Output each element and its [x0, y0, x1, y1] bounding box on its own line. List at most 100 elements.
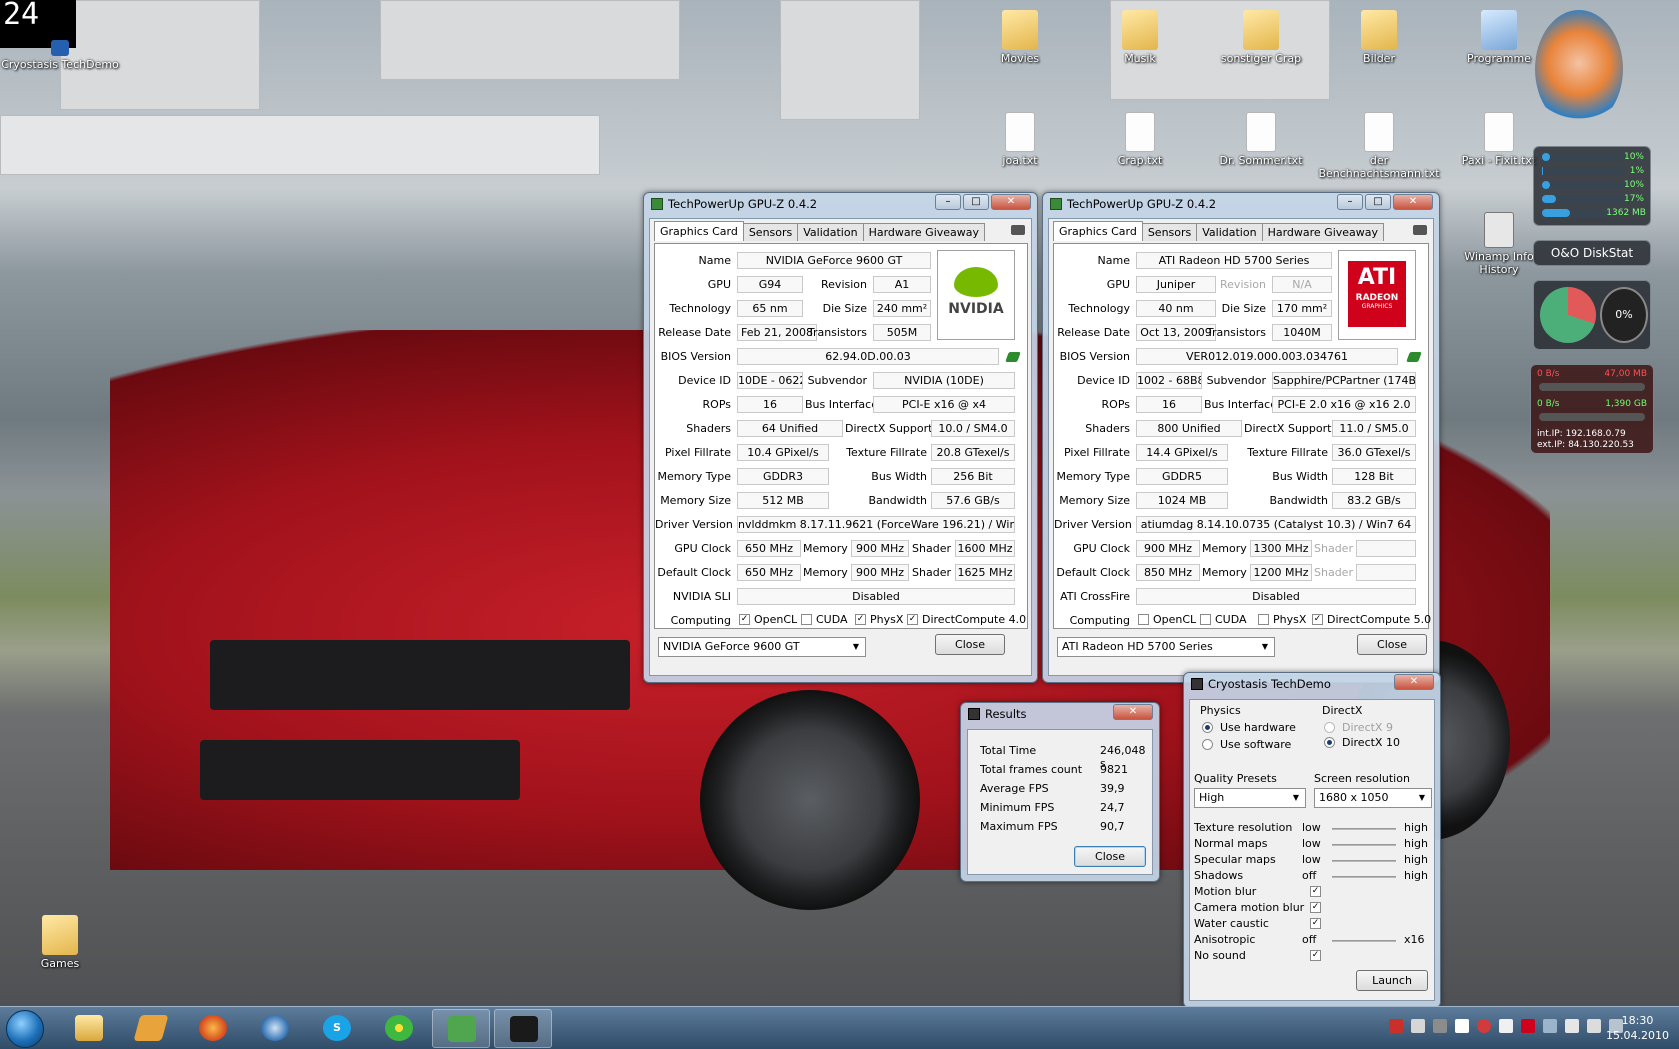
desktop-icon-movies[interactable]: Movies	[975, 10, 1065, 65]
maximize-button[interactable]: □	[963, 194, 989, 210]
checkbox-motion-blur[interactable]: ✓	[1310, 886, 1321, 897]
bios-save-icon[interactable]	[1005, 352, 1021, 362]
checkbox-opencl[interactable]: ✓	[739, 614, 750, 625]
desktop-icon-dr-sommer-txt[interactable]: Dr. Sommer.txt	[1213, 112, 1309, 167]
window-titlebar[interactable]: TechPowerUp GPU-Z 0.4.2 – □ ✕	[1043, 193, 1439, 215]
tray-power-icon[interactable]	[1565, 1019, 1579, 1033]
window-titlebar[interactable]: Cryostasis TechDemo ✕	[1184, 673, 1440, 695]
minimize-button[interactable]: –	[1337, 194, 1363, 210]
desktop-icon-cryostasis[interactable]: Cryostasis TechDemo	[0, 40, 120, 71]
window-titlebar[interactable]: Results ✕	[961, 703, 1159, 725]
slider-label: Normal maps	[1194, 837, 1268, 850]
cpu-core-value: 10%	[1623, 180, 1644, 190]
checkbox-water-caustic[interactable]: ✓	[1310, 918, 1321, 929]
desktop-icon-crap-txt[interactable]: Crap.txt	[1095, 112, 1185, 167]
taskbar-clock[interactable]: 18:30 15.04.2010	[1606, 1013, 1669, 1043]
screen-resolution-dropdown[interactable]: 1680 x 1050 ▼	[1314, 788, 1432, 808]
slider-max-label: high	[1404, 837, 1428, 850]
desktop-icon-paxi-fixit-txt[interactable]: Paxi - Fixit.txt	[1454, 112, 1544, 167]
cryostasis-launcher-window[interactable]: Cryostasis TechDemo ✕ Physics Use hardwa…	[1183, 672, 1441, 1008]
tray-monitor-icon[interactable]	[1411, 1019, 1425, 1033]
results-value: 24,7	[1100, 801, 1125, 814]
slider-anisotropic[interactable]	[1332, 940, 1396, 942]
tab-sensors[interactable]: Sensors	[742, 223, 799, 241]
desktop-icon-joa-txt[interactable]: joa.txt	[975, 112, 1065, 167]
quality-presets-dropdown[interactable]: High ▼	[1194, 788, 1306, 808]
launch-button[interactable]: Launch	[1356, 970, 1428, 991]
close-button[interactable]: Close	[1357, 634, 1427, 655]
tray-speaker-icon[interactable]	[1587, 1019, 1601, 1033]
maximize-button[interactable]: □	[1365, 194, 1391, 210]
close-window-button[interactable]: ✕	[1394, 674, 1434, 690]
tray-shield-icon[interactable]	[1477, 1019, 1491, 1033]
window-titlebar[interactable]: TechPowerUp GPU-Z 0.4.2 – □ ✕	[644, 193, 1037, 215]
checkbox-no-sound[interactable]: ✓	[1310, 950, 1321, 961]
checkbox-cuda[interactable]	[1200, 614, 1211, 625]
bios-save-icon[interactable]	[1406, 352, 1422, 362]
desktop-icon-benchnachtsmann-txt[interactable]: der Benchnachtsmann.txt	[1318, 112, 1440, 180]
clock-time: 18:30	[1621, 1014, 1654, 1027]
radio-directx10[interactable]	[1324, 737, 1335, 748]
results-window[interactable]: Results ✕ Total Time 246,048 s Total fra…	[960, 702, 1160, 882]
start-button[interactable]	[6, 1010, 44, 1048]
minimize-button[interactable]: –	[935, 194, 961, 210]
directx-group-label: DirectX	[1322, 704, 1363, 717]
tray-flag-icon[interactable]	[1499, 1019, 1513, 1033]
screenshot-camera-icon[interactable]	[1413, 225, 1427, 235]
tray-network-icon[interactable]	[1433, 1019, 1447, 1033]
taskbar-gpuz[interactable]	[432, 1009, 490, 1048]
tray-z-icon[interactable]	[1455, 1019, 1469, 1033]
desktop-icon-label: Programme	[1467, 52, 1531, 65]
taskbar-firefox[interactable]	[184, 1009, 242, 1048]
desktop-icon-games[interactable]: Games	[15, 915, 105, 970]
close-window-button[interactable]: ✕	[991, 194, 1031, 210]
slider-min-label: low	[1302, 853, 1321, 866]
tab-hardware-giveaway[interactable]: Hardware Giveaway	[1261, 223, 1385, 241]
radio-use-software[interactable]	[1202, 739, 1213, 750]
slider-specular-maps[interactable]	[1332, 860, 1396, 862]
checkbox-directcompute[interactable]: ✓	[1312, 614, 1323, 625]
slider-texture-resolution[interactable]	[1332, 828, 1396, 830]
taskbar-cryostasis[interactable]	[494, 1009, 552, 1048]
checkbox-physx[interactable]: ✓	[855, 614, 866, 625]
desktop-icon-musik[interactable]: Musik	[1095, 10, 1185, 65]
window-title: TechPowerUp GPU-Z 0.4.2	[1067, 197, 1217, 211]
gpu-select-dropdown[interactable]: NVIDIA GeForce 9600 GT ▼	[658, 637, 866, 657]
tab-validation[interactable]: Validation	[797, 223, 864, 241]
radio-use-hardware[interactable]	[1202, 722, 1213, 733]
taskbar-winamp[interactable]	[122, 1009, 180, 1048]
tray-display-icon[interactable]	[1543, 1019, 1557, 1033]
taskbar-explorer[interactable]	[60, 1009, 118, 1048]
desktop-icon-bilder[interactable]: Bilder	[1334, 10, 1424, 65]
desktop-icon-programme[interactable]: Programme	[1454, 10, 1544, 65]
label-gpu: GPU	[707, 278, 731, 291]
taskbar-icq[interactable]	[370, 1009, 428, 1048]
desktop-icon-winamp-info[interactable]: Winamp Info History	[1454, 212, 1544, 276]
gpuz-window-ati[interactable]: TechPowerUp GPU-Z 0.4.2 – □ ✕ Graphics C…	[1042, 192, 1440, 683]
checkbox-opencl[interactable]	[1138, 614, 1149, 625]
tab-validation[interactable]: Validation	[1196, 223, 1263, 241]
results-close-button[interactable]: Close	[1074, 846, 1146, 867]
gpu-select-dropdown[interactable]: ATI Radeon HD 5700 Series ▼	[1057, 637, 1275, 657]
tab-graphics-card[interactable]: Graphics Card	[654, 221, 744, 241]
close-button[interactable]: Close	[935, 634, 1005, 655]
checkbox-camera-motion-blur[interactable]: ✓	[1310, 902, 1321, 913]
taskbar-skype[interactable]: S	[308, 1009, 366, 1048]
screenshot-camera-icon[interactable]	[1011, 225, 1025, 235]
taskbar-thunderbird[interactable]	[246, 1009, 304, 1048]
radio-directx9[interactable]	[1324, 722, 1335, 733]
slider-shadows[interactable]	[1332, 876, 1396, 878]
checkbox-physx[interactable]	[1258, 614, 1269, 625]
tray-temperature-icon[interactable]	[1389, 1019, 1403, 1033]
close-window-button[interactable]: ✕	[1113, 704, 1153, 720]
checkbox-cuda[interactable]	[801, 614, 812, 625]
slider-normal-maps[interactable]	[1332, 844, 1396, 846]
desktop-icon-sonstiger-crap[interactable]: sonstiger Crap	[1213, 10, 1309, 65]
close-window-button[interactable]: ✕	[1393, 194, 1433, 210]
gpuz-window-nvidia[interactable]: TechPowerUp GPU-Z 0.4.2 – □ ✕ Graphics C…	[643, 192, 1038, 683]
tab-sensors[interactable]: Sensors	[1141, 223, 1198, 241]
tab-graphics-card[interactable]: Graphics Card	[1053, 221, 1143, 241]
tab-hardware-giveaway[interactable]: Hardware Giveaway	[862, 223, 986, 241]
tray-ati-icon[interactable]	[1521, 1019, 1535, 1033]
checkbox-directcompute[interactable]: ✓	[907, 614, 918, 625]
